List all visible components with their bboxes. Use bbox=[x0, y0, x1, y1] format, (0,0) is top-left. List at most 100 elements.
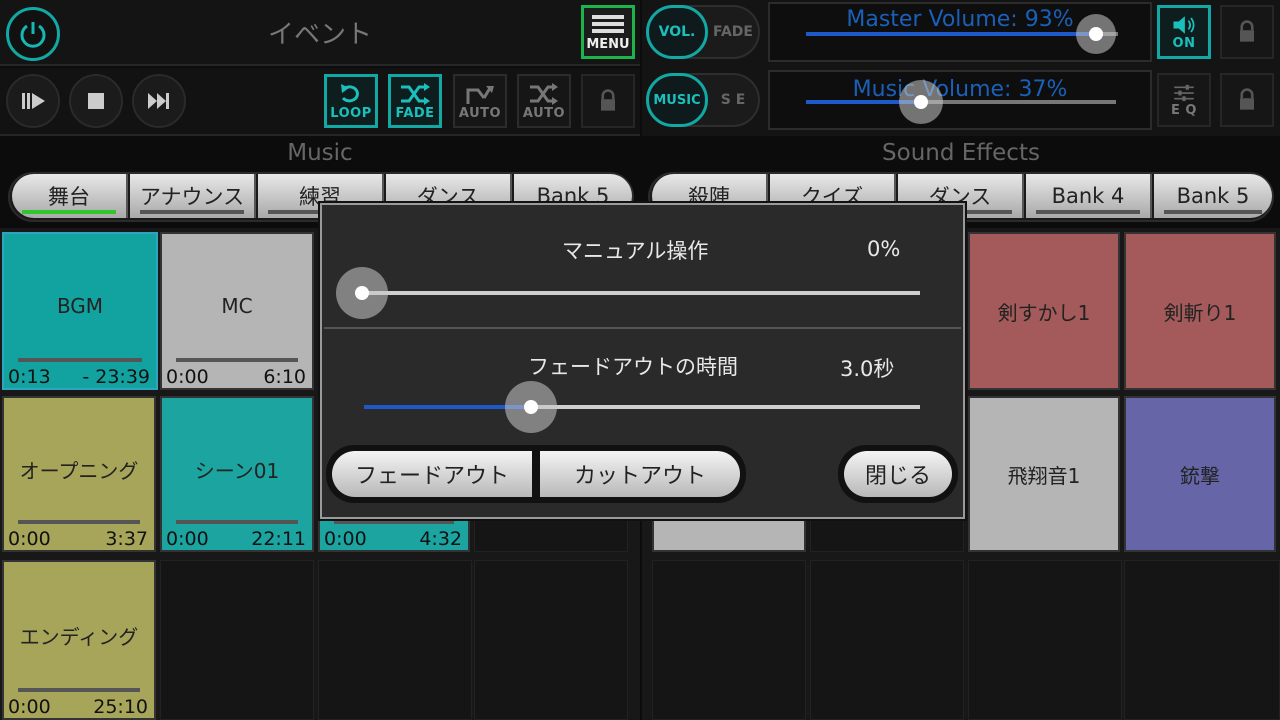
music-pad-mc[interactable]: MC 0:00 6:10 bbox=[160, 232, 314, 390]
eq-label: E Q bbox=[1171, 102, 1197, 118]
power-icon bbox=[20, 22, 46, 48]
speaker-icon bbox=[1173, 15, 1195, 34]
pad-name: エンディング bbox=[19, 624, 139, 649]
empty-pad[interactable] bbox=[160, 560, 314, 720]
vol-fade-toggle[interactable]: VOL. FADE bbox=[646, 5, 760, 59]
fade-time-label: フェードアウトの時間 bbox=[528, 355, 738, 379]
auto-shuffle-icon bbox=[530, 82, 558, 105]
pad-progress bbox=[18, 688, 140, 692]
stop-icon bbox=[88, 93, 104, 109]
fade-out-button[interactable]: フェードアウト bbox=[332, 451, 532, 497]
eq-button[interactable]: E Q bbox=[1157, 73, 1211, 127]
music-volume-box: Music Volume: 37% bbox=[768, 70, 1152, 130]
pad-progress bbox=[18, 358, 142, 362]
page-title: イベント bbox=[267, 20, 372, 50]
auto-label-2: AUTO bbox=[522, 105, 566, 121]
loop-icon bbox=[341, 83, 359, 102]
next-button[interactable] bbox=[132, 74, 186, 128]
music-bank-tab-1[interactable]: 舞台 bbox=[12, 174, 128, 218]
fade-button[interactable]: FADE bbox=[388, 74, 442, 128]
lock-icon bbox=[1240, 20, 1254, 42]
fade-time-knob[interactable] bbox=[504, 381, 557, 433]
stop-button[interactable] bbox=[69, 74, 123, 128]
music-bank-tab-label: 舞台 bbox=[48, 185, 90, 209]
lock-icon bbox=[601, 89, 615, 111]
manual-operation-knob[interactable] bbox=[336, 267, 388, 319]
empty-pad[interactable] bbox=[1124, 560, 1280, 720]
manual-operation-track[interactable] bbox=[362, 291, 920, 295]
skip-forward-icon bbox=[148, 93, 169, 109]
menu-label: MENU bbox=[586, 37, 630, 52]
close-button[interactable]: 閉じる bbox=[844, 451, 952, 497]
menu-icon bbox=[592, 12, 624, 36]
pad-remaining: - 23:39 bbox=[82, 366, 150, 388]
music-pad-scene01[interactable]: シーン01 0:00 22:11 bbox=[160, 396, 314, 552]
se-bank-tab-label: Bank 4 bbox=[1051, 184, 1125, 208]
pad-elapsed: 0:00 bbox=[8, 696, 51, 718]
pad-name: シーン01 bbox=[194, 458, 280, 483]
se-pad-sword-slash[interactable]: 剣斬り1 bbox=[1124, 232, 1276, 390]
pad-progress bbox=[176, 358, 298, 362]
pad-name: 剣斬り1 bbox=[1163, 300, 1237, 325]
sound-effects-section-label: Sound Effects bbox=[882, 140, 1040, 166]
pad-elapsed: 0:00 bbox=[324, 528, 367, 550]
auto-shuffle-button[interactable]: AUTO bbox=[517, 74, 571, 128]
empty-pad[interactable] bbox=[474, 560, 628, 720]
music-pad-bgm[interactable]: BGM 0:13 - 23:39 bbox=[2, 232, 158, 390]
pad-elapsed: 0:00 bbox=[8, 528, 51, 550]
se-pad-sword-swing[interactable]: 剣すかし1 bbox=[968, 232, 1120, 390]
manual-operation-value: 0% bbox=[867, 237, 901, 261]
se-toggle[interactable]: S E bbox=[708, 75, 758, 125]
play-pause-icon bbox=[22, 93, 45, 109]
pad-elapsed: 0:00 bbox=[166, 528, 209, 550]
auto-label-1: AUTO bbox=[458, 105, 502, 121]
loop-button[interactable]: LOOP bbox=[324, 74, 378, 128]
pad-remaining: 6:10 bbox=[263, 366, 306, 388]
music-bank-tab-label: アナウンス bbox=[139, 185, 245, 209]
auto-next-button[interactable]: AUTO bbox=[453, 74, 507, 128]
fade-time-track[interactable] bbox=[364, 405, 920, 409]
se-bank-tab-5[interactable]: Bank 5 bbox=[1154, 174, 1272, 218]
pad-name: BGM bbox=[56, 294, 104, 318]
empty-pad[interactable] bbox=[968, 560, 1122, 720]
pad-elapsed: 0:13 bbox=[8, 366, 51, 388]
music-toggle[interactable]: MUSIC bbox=[646, 73, 708, 127]
music-pad-opening[interactable]: オープニング 0:00 3:37 bbox=[2, 396, 156, 552]
right-lock-button-1[interactable] bbox=[1220, 5, 1274, 59]
music-pad-ending[interactable]: エンディング 0:00 25:10 bbox=[2, 560, 156, 720]
menu-button[interactable]: MENU bbox=[581, 5, 635, 59]
master-volume-track[interactable] bbox=[806, 32, 1118, 36]
empty-pad[interactable] bbox=[652, 560, 806, 720]
pad-name: 銃撃 bbox=[1180, 463, 1220, 488]
loop-label: LOOP bbox=[330, 105, 372, 121]
speaker-on-button[interactable]: ON bbox=[1157, 5, 1211, 59]
pad-name: オープニング bbox=[19, 458, 139, 483]
music-bank-tab-2[interactable]: アナウンス bbox=[130, 174, 256, 218]
pad-elapsed: 0:00 bbox=[166, 366, 209, 388]
lock-icon bbox=[1240, 88, 1254, 110]
se-bank-tab-4[interactable]: Bank 4 bbox=[1026, 174, 1152, 218]
speaker-on-label: ON bbox=[1172, 35, 1196, 51]
power-button[interactable] bbox=[6, 7, 60, 61]
fade-toggle[interactable]: FADE bbox=[708, 7, 758, 57]
fade-label: FADE bbox=[395, 105, 435, 121]
vol-toggle[interactable]: VOL. bbox=[646, 5, 708, 59]
master-volume-knob[interactable] bbox=[1076, 14, 1117, 54]
music-se-toggle[interactable]: MUSIC S E bbox=[646, 73, 760, 127]
empty-pad[interactable] bbox=[318, 560, 472, 720]
music-volume-track[interactable] bbox=[806, 100, 1116, 104]
pad-progress bbox=[176, 520, 298, 524]
empty-pad[interactable] bbox=[810, 560, 964, 720]
music-volume-label: Music Volume: 37% bbox=[852, 77, 1068, 102]
se-pad-flight-sound[interactable]: 飛翔音1 bbox=[968, 396, 1120, 552]
left-lock-button[interactable] bbox=[581, 74, 635, 128]
se-pad-gunshot[interactable]: 銃撃 bbox=[1124, 396, 1276, 552]
equalizer-icon bbox=[1174, 84, 1194, 101]
right-lock-button-2[interactable] bbox=[1220, 73, 1274, 127]
play-pause-button[interactable] bbox=[6, 74, 60, 128]
dialog-divider bbox=[324, 327, 961, 329]
music-volume-knob[interactable] bbox=[898, 80, 943, 124]
cut-out-button[interactable]: カットアウト bbox=[540, 451, 740, 497]
pad-name: MC bbox=[221, 294, 253, 318]
master-volume-box: Master Volume: 93% bbox=[768, 2, 1152, 62]
